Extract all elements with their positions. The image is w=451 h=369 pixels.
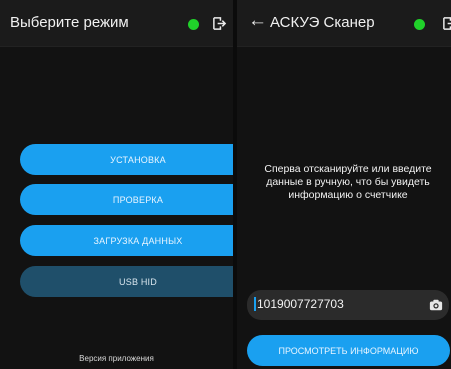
exit-icon[interactable] bbox=[442, 16, 451, 31]
app-version-label: Версия приложения bbox=[79, 354, 154, 363]
back-arrow-icon[interactable]: ← bbox=[248, 11, 267, 31]
exit-icon[interactable] bbox=[212, 16, 227, 31]
check-button[interactable]: ПРОВЕРКА bbox=[20, 184, 233, 215]
meter-number-value[interactable]: 1019007727703 bbox=[254, 297, 344, 311]
camera-icon[interactable] bbox=[429, 298, 443, 312]
status-dot-icon bbox=[188, 19, 199, 30]
page-title: Выберите режим bbox=[10, 14, 129, 31]
usb-hid-button[interactable]: USB HID bbox=[20, 266, 233, 297]
data-load-button[interactable]: ЗАГРУЗКА ДАННЫХ bbox=[20, 225, 233, 256]
status-dot-icon bbox=[414, 19, 425, 30]
mode-select-screen: Выберите режим УСТАНОВКА ПРОВЕРКА ЗАГРУЗ… bbox=[0, 0, 233, 369]
page-title: АСКУЭ Сканер bbox=[270, 14, 375, 31]
scan-hint-text: Сперва отсканируйте или введите данные в… bbox=[264, 163, 432, 201]
top-app-bar: ← АСКУЭ Сканер bbox=[237, 0, 451, 47]
top-app-bar: Выберите режим bbox=[0, 0, 233, 47]
view-info-button[interactable]: ПРОСМОТРЕТЬ ИНФОРМАЦИЮ bbox=[247, 335, 450, 366]
install-button[interactable]: УСТАНОВКА bbox=[20, 144, 233, 175]
meter-number-input[interactable]: 1019007727703 bbox=[247, 290, 449, 320]
scanner-screen: ← АСКУЭ Сканер Сперва отсканируйте или в… bbox=[237, 0, 451, 369]
